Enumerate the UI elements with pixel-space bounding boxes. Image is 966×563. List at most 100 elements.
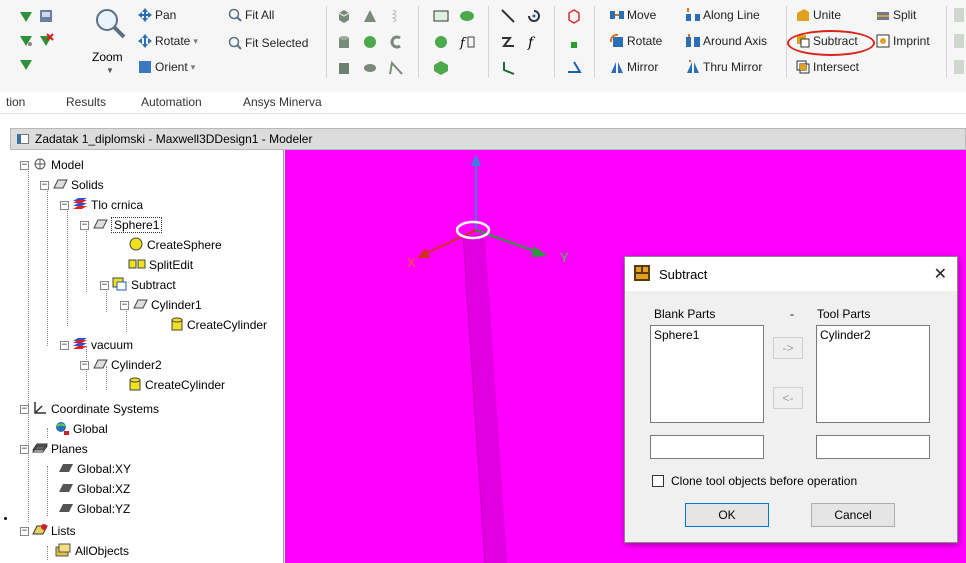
select-face-icon[interactable]: [18, 34, 34, 48]
tree-node-create-cylinder-2[interactable]: CreateCylinder: [128, 376, 225, 394]
helix-primitive-icon[interactable]: [388, 8, 404, 27]
box-primitive-icon[interactable]: [336, 8, 352, 27]
collapse-icon[interactable]: −: [60, 340, 69, 350]
overflow-tool-icon[interactable]: [954, 60, 964, 74]
tree-node-split-edit[interactable]: SplitEdit: [128, 256, 193, 274]
tree-node-global-cs[interactable]: Global: [54, 420, 108, 438]
cylinder-primitive-icon[interactable]: [336, 34, 352, 53]
imprint-button[interactable]: Imprint: [876, 34, 930, 48]
tree-node-sphere1[interactable]: − Sphere1: [80, 216, 163, 234]
polyhedron-primitive-icon[interactable]: [336, 60, 352, 79]
collapse-icon[interactable]: −: [80, 220, 89, 230]
collapse-icon[interactable]: −: [100, 280, 109, 290]
tool-parts-filter-field[interactable]: [816, 435, 930, 459]
rotate-button[interactable]: Rotate: [609, 33, 662, 48]
cancel-button[interactable]: Cancel: [811, 503, 895, 527]
tab-ansys-minerva[interactable]: Ansys Minerva: [243, 95, 322, 109]
intersect-button[interactable]: Intersect: [796, 60, 859, 74]
deselect-icon[interactable]: [38, 32, 54, 48]
split-button[interactable]: Split: [876, 8, 916, 22]
list-item[interactable]: Cylinder2: [820, 328, 926, 342]
tree-node-cylinder1[interactable]: − Cylinder1: [120, 296, 202, 314]
close-icon[interactable]: ✕: [934, 264, 947, 284]
tab-automation[interactable]: Automation: [141, 95, 202, 109]
plane-icon: [58, 482, 74, 496]
polygon-draw-icon[interactable]: [432, 60, 450, 79]
ellipse-draw-icon[interactable]: [458, 8, 476, 27]
center-arc-icon[interactable]: [500, 60, 516, 79]
tree-node-vacuum[interactable]: − vacuum: [60, 336, 133, 354]
line-draw-icon[interactable]: [500, 8, 516, 27]
torus-primitive-icon[interactable]: [388, 34, 404, 53]
ok-button[interactable]: OK: [685, 503, 769, 527]
move-left-button[interactable]: <-: [773, 387, 803, 409]
duplicate-along-line-button[interactable]: Along Line: [686, 8, 760, 22]
tree-node-create-sphere[interactable]: CreateSphere: [128, 236, 222, 254]
tree-node-plane-xy[interactable]: Global:XY: [58, 460, 131, 478]
zoom-icon[interactable]: [93, 6, 127, 40]
select-object-icon[interactable]: [18, 58, 34, 72]
region-icon[interactable]: [566, 8, 582, 27]
plane-icon[interactable]: [566, 60, 582, 79]
equation-surface-icon[interactable]: f: [458, 34, 476, 53]
tree-node-subtract[interactable]: − Subtract: [100, 276, 176, 294]
tab-simulation[interactable]: tion: [6, 95, 25, 109]
arc-draw-icon[interactable]: [526, 8, 542, 27]
move-button[interactable]: Move: [610, 8, 656, 22]
tree-node-tlo-crnica[interactable]: − Tlo crnica: [60, 196, 143, 214]
collapse-icon[interactable]: −: [20, 160, 29, 170]
spline-draw-icon[interactable]: [500, 34, 516, 53]
select-icon[interactable]: [18, 10, 34, 24]
tree-node-create-cylinder-1[interactable]: CreateCylinder: [170, 316, 267, 334]
orient-dropdown-icon[interactable]: ▾: [191, 62, 196, 73]
ellipsoid-primitive-icon[interactable]: [362, 60, 378, 79]
dialog-titlebar[interactable]: Subtract ✕: [625, 257, 957, 291]
rotate-dropdown-icon[interactable]: ▾: [193, 36, 198, 47]
tree-node-all-objects[interactable]: AllObjects: [54, 542, 129, 560]
tree-node-plane-yz[interactable]: Global:YZ: [58, 500, 130, 518]
duplicate-around-axis-button[interactable]: Around Axis: [686, 34, 767, 48]
pan-button[interactable]: Pan: [138, 8, 176, 22]
select-mode-icon[interactable]: [38, 8, 54, 24]
cone-primitive-icon[interactable]: [362, 8, 378, 27]
rectangle-draw-icon[interactable]: [432, 8, 450, 27]
blank-parts-list[interactable]: Sphere1: [650, 325, 764, 423]
collapse-icon[interactable]: −: [120, 300, 129, 310]
tree-node-model[interactable]: − Model: [20, 156, 84, 174]
rotate-view-button[interactable]: Rotate ▾: [138, 34, 198, 48]
zoom-dropdown-icon[interactable]: ▼: [106, 66, 114, 75]
orient-button[interactable]: Orient ▾: [138, 60, 195, 74]
point-icon[interactable]: [570, 38, 578, 52]
collapse-icon[interactable]: −: [60, 200, 69, 210]
sphere-primitive-icon[interactable]: [362, 34, 378, 53]
unite-button[interactable]: Unite: [796, 8, 841, 22]
blank-parts-filter-field[interactable]: [650, 435, 764, 459]
tree-node-plane-xz[interactable]: Global:XZ: [58, 480, 130, 498]
tree-node-planes[interactable]: − Planes: [20, 440, 88, 458]
zoom-label[interactable]: Zoom: [92, 50, 123, 64]
mirror-button[interactable]: Mirror: [610, 60, 658, 74]
duplicate-thru-mirror-button[interactable]: Thru Mirror: [686, 60, 762, 74]
collapse-icon[interactable]: −: [20, 444, 29, 454]
clone-tool-objects-checkbox[interactable]: [652, 475, 664, 487]
collapse-icon[interactable]: −: [40, 180, 49, 190]
equation-curve-icon[interactable]: f: [526, 34, 542, 53]
fit-all-button[interactable]: Fit All: [228, 8, 274, 22]
collapse-icon[interactable]: −: [80, 360, 89, 370]
fit-selected-button[interactable]: Fit Selected: [228, 36, 308, 50]
tool-parts-list[interactable]: Cylinder2: [816, 325, 930, 423]
list-item[interactable]: Sphere1: [654, 328, 760, 342]
tree-node-coordinate-systems[interactable]: − Coordinate Systems: [20, 400, 159, 418]
tree-node-solids[interactable]: − Solids: [40, 176, 104, 194]
circle-draw-icon[interactable]: [432, 34, 450, 53]
tree-node-lists[interactable]: − Lists: [20, 522, 76, 540]
collapse-icon[interactable]: −: [20, 404, 29, 414]
tab-results[interactable]: Results: [66, 95, 106, 109]
collapse-icon[interactable]: −: [20, 526, 29, 536]
tree-node-cylinder2[interactable]: − Cylinder2: [80, 356, 162, 374]
bondwire-primitive-icon[interactable]: [388, 60, 404, 79]
move-right-button[interactable]: ->: [773, 337, 803, 359]
overflow-tool-icon[interactable]: [954, 34, 964, 48]
modeler-window-titlebar[interactable]: Zadatak 1_diplomski - Maxwell3DDesign1 -…: [10, 128, 966, 150]
overflow-tool-icon[interactable]: [954, 8, 964, 22]
